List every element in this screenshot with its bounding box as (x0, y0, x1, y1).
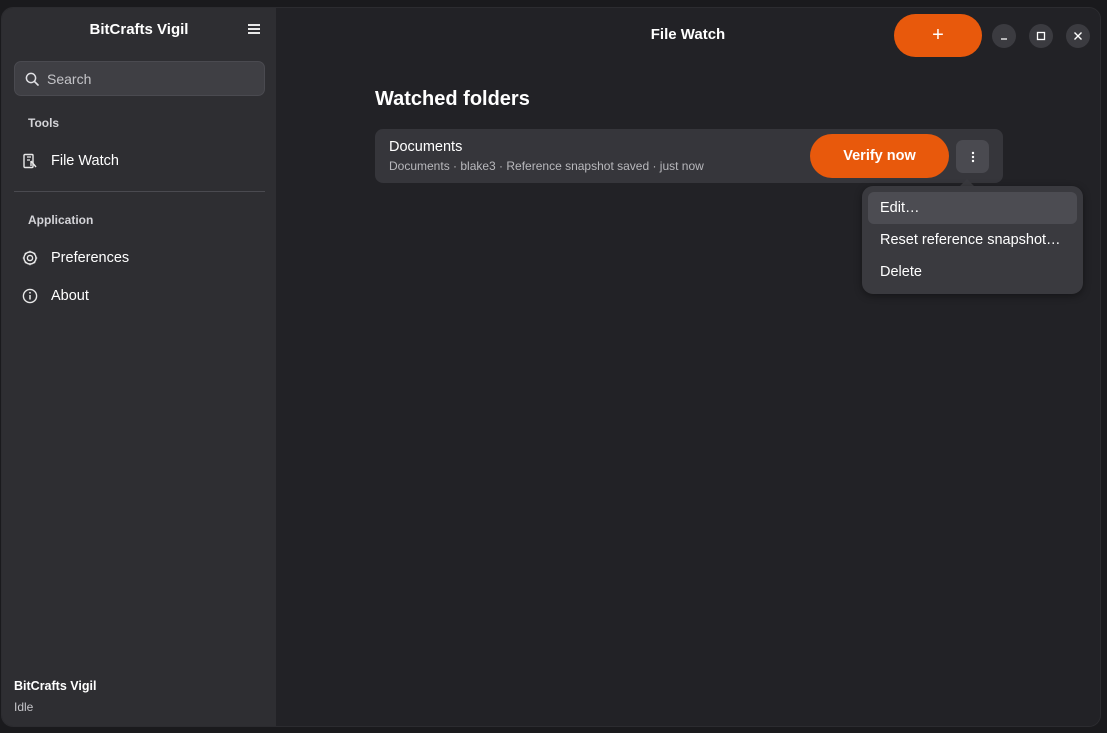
close-button[interactable] (1066, 24, 1090, 48)
folder-title: Documents (389, 139, 463, 155)
app-window: BitCrafts Vigil Tools File Watch Applica… (1, 7, 1101, 727)
sidebar-item-file-watch[interactable]: File Watch (14, 144, 265, 178)
minimize-icon (1001, 38, 1007, 40)
vertical-ellipsis-icon (971, 151, 974, 162)
section-heading: Watched folders (375, 88, 530, 110)
sidebar: BitCrafts Vigil Tools File Watch Applica… (2, 8, 276, 726)
gear-icon (22, 250, 38, 266)
maximize-icon (1036, 31, 1046, 41)
add-folder-button[interactable]: + (894, 14, 982, 57)
sidebar-item-preferences[interactable]: Preferences (14, 241, 265, 275)
sidebar-title: BitCrafts Vigil (89, 21, 189, 38)
main-content: File Watch + Watched folders Documents D… (276, 8, 1100, 726)
menu-item-reset-snapshot[interactable]: Reset reference snapshot… (868, 224, 1077, 256)
verify-now-button[interactable]: Verify now (810, 134, 949, 178)
section-label-tools: Tools (28, 116, 60, 130)
folder-subtitle: Documents · blake3 · Reference snapshot … (389, 159, 704, 173)
minimize-button[interactable] (992, 24, 1016, 48)
hamburger-icon[interactable] (248, 24, 260, 34)
sidebar-item-label: About (51, 288, 89, 304)
info-icon (22, 288, 38, 304)
file-watch-icon (22, 153, 38, 169)
footer-status: Idle (14, 700, 34, 714)
menu-item-edit[interactable]: Edit… (868, 192, 1077, 224)
search-icon (25, 72, 39, 86)
sidebar-item-label: Preferences (51, 250, 130, 266)
context-menu: Edit… Reset reference snapshot… Delete (862, 186, 1083, 294)
sidebar-item-about[interactable]: About (14, 279, 265, 313)
close-icon (1074, 32, 1082, 40)
sidebar-item-label: File Watch (51, 153, 119, 169)
maximize-button[interactable] (1029, 24, 1053, 48)
folder-row[interactable]: Documents Documents · blake3 · Reference… (375, 129, 1003, 183)
plus-icon: + (932, 24, 944, 46)
menu-item-delete[interactable]: Delete (868, 256, 1077, 288)
sidebar-divider (14, 191, 265, 192)
search-input[interactable] (47, 70, 247, 87)
footer-app-name: BitCrafts Vigil (14, 679, 97, 693)
more-options-button[interactable] (956, 140, 989, 173)
section-label-application: Application (28, 213, 94, 227)
search-field[interactable] (14, 61, 265, 96)
